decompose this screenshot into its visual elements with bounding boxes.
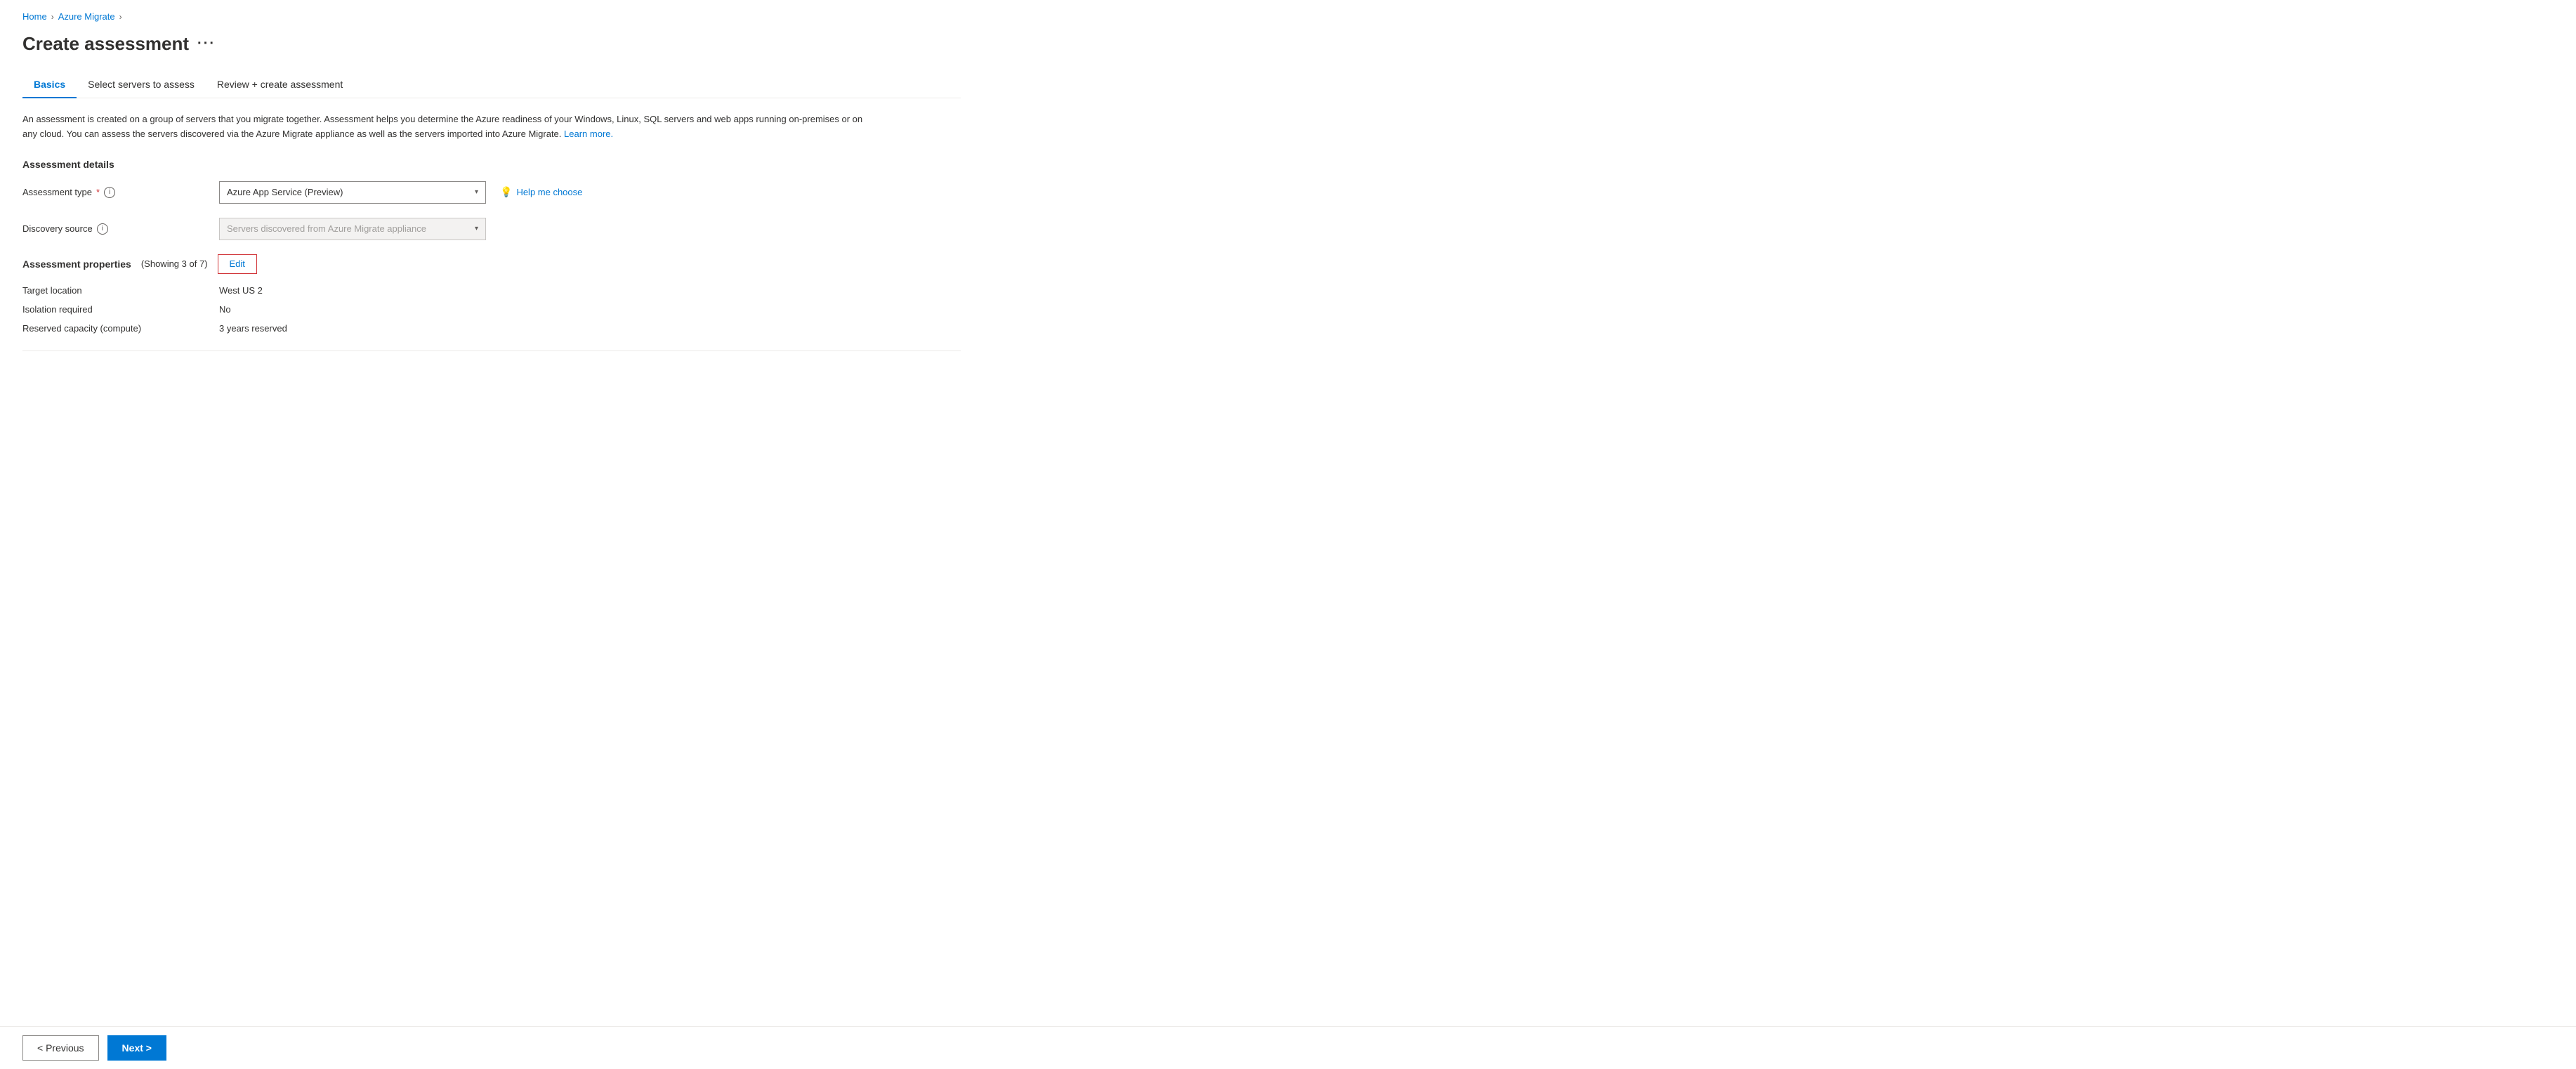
properties-table: Target location West US 2 Isolation requ… bbox=[22, 285, 961, 334]
section-divider bbox=[22, 350, 961, 351]
breadcrumb-home[interactable]: Home bbox=[22, 11, 47, 22]
bottom-navigation: < Previous Next > bbox=[0, 1026, 2576, 1069]
discovery-source-row: Discovery source i Servers discovered fr… bbox=[22, 218, 961, 240]
learn-more-link[interactable]: Learn more. bbox=[564, 129, 613, 139]
page-title: Create assessment bbox=[22, 33, 189, 55]
properties-header: Assessment properties (Showing 3 of 7) E… bbox=[22, 254, 961, 274]
property-label-target-location: Target location bbox=[22, 285, 219, 296]
showing-count: (Showing 3 of 7) bbox=[141, 258, 208, 269]
breadcrumb-sep-2: › bbox=[119, 12, 122, 22]
assessment-type-dropdown[interactable]: Azure App Service (Preview) ▾ bbox=[219, 181, 486, 204]
property-value-reserved-capacity: 3 years reserved bbox=[219, 323, 287, 334]
tab-basics[interactable]: Basics bbox=[22, 72, 77, 98]
bulb-icon: 💡 bbox=[500, 186, 512, 198]
property-label-isolation: Isolation required bbox=[22, 304, 219, 315]
assessment-type-info-icon[interactable]: i bbox=[104, 187, 115, 198]
breadcrumb: Home › Azure Migrate › bbox=[22, 11, 961, 22]
table-row: Isolation required No bbox=[22, 304, 961, 315]
table-row: Target location West US 2 bbox=[22, 285, 961, 296]
dropdown-arrow-icon: ▾ bbox=[475, 188, 478, 196]
assessment-properties-heading: Assessment properties bbox=[22, 258, 131, 270]
next-button[interactable]: Next > bbox=[107, 1035, 166, 1061]
assessment-type-row: Assessment type * i Azure App Service (P… bbox=[22, 181, 961, 204]
breadcrumb-azure-migrate[interactable]: Azure Migrate bbox=[58, 11, 115, 22]
title-menu-button[interactable]: ··· bbox=[197, 36, 216, 52]
assessment-properties-section: Assessment properties (Showing 3 of 7) E… bbox=[22, 254, 961, 334]
breadcrumb-sep-1: › bbox=[51, 12, 54, 22]
table-row: Reserved capacity (compute) 3 years rese… bbox=[22, 323, 961, 334]
property-value-isolation: No bbox=[219, 304, 231, 315]
page-title-row: Create assessment ··· bbox=[22, 33, 961, 55]
tab-review[interactable]: Review + create assessment bbox=[206, 72, 354, 98]
description-text: An assessment is created on a group of s… bbox=[22, 112, 865, 142]
discovery-source-info-icon[interactable]: i bbox=[97, 223, 108, 235]
discovery-source-label: Discovery source i bbox=[22, 223, 219, 235]
assessment-details-heading: Assessment details bbox=[22, 159, 961, 170]
tab-select-servers[interactable]: Select servers to assess bbox=[77, 72, 206, 98]
discovery-source-dropdown[interactable]: Servers discovered from Azure Migrate ap… bbox=[219, 218, 486, 240]
tabs-container: Basics Select servers to assess Review +… bbox=[22, 72, 961, 98]
assessment-details-section: Assessment details Assessment type * i A… bbox=[22, 159, 961, 240]
previous-button[interactable]: < Previous bbox=[22, 1035, 99, 1061]
assessment-type-label: Assessment type * i bbox=[22, 187, 219, 198]
required-indicator: * bbox=[96, 187, 100, 197]
discovery-dropdown-arrow-icon: ▾ bbox=[475, 225, 478, 232]
property-value-target-location: West US 2 bbox=[219, 285, 263, 296]
edit-button[interactable]: Edit bbox=[218, 254, 257, 274]
property-label-reserved-capacity: Reserved capacity (compute) bbox=[22, 323, 219, 334]
help-me-choose-link[interactable]: 💡 Help me choose bbox=[500, 186, 582, 198]
